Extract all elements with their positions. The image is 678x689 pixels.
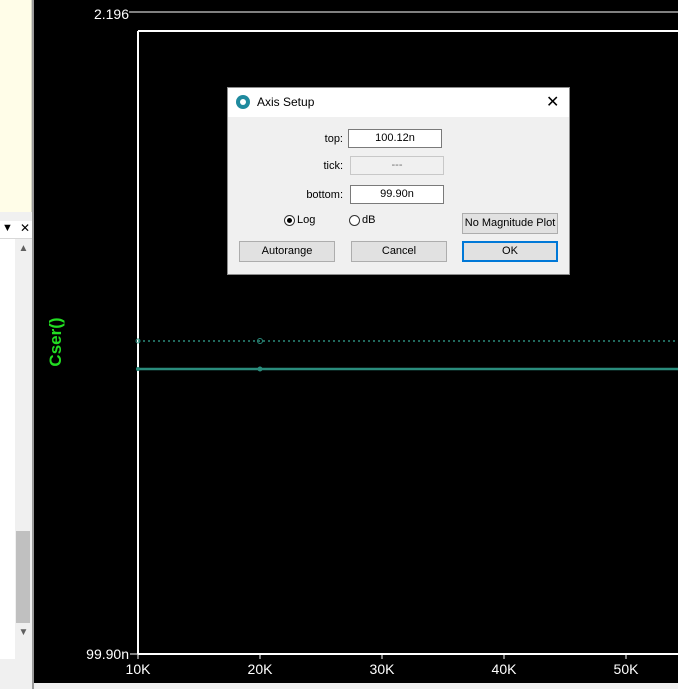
x-tick-label: 30K [370, 661, 396, 677]
ok-button[interactable]: OK [462, 241, 558, 262]
trace-point [136, 367, 140, 371]
scroll-down-icon[interactable]: ▼ [15, 627, 32, 638]
panel-footer [0, 659, 32, 689]
app-icon [236, 95, 250, 109]
status-strip [34, 683, 678, 689]
dialog-titlebar[interactable]: Axis Setup ✕ [228, 88, 569, 117]
x-tick-label: 50K [614, 661, 640, 677]
dropdown-icon[interactable]: ▼ [2, 222, 13, 234]
y-axis-top-label[interactable]: 2.196 [94, 6, 129, 22]
left-panel: ▼ ✕ ▲ ▼ [0, 0, 34, 689]
top-field[interactable] [348, 129, 442, 148]
tick-label: tick: [323, 160, 343, 172]
log-radio[interactable]: Log [284, 214, 315, 226]
bottom-label: bottom: [306, 189, 343, 201]
db-radio[interactable]: dB [349, 214, 375, 226]
cancel-button[interactable]: Cancel [351, 241, 447, 262]
dialog-title: Axis Setup [257, 95, 315, 109]
scroll-up-icon[interactable]: ▲ [15, 243, 32, 254]
close-icon[interactable]: ✕ [546, 92, 559, 112]
x-tick-label: 40K [492, 661, 518, 677]
log-radio-label: Log [297, 214, 316, 227]
panel-header: ▼ ✕ [0, 221, 34, 239]
vertical-scrollbar[interactable]: ▲ ▼ [15, 239, 32, 659]
y-axis-bottom-label[interactable]: 99.90n [86, 646, 129, 662]
bottom-field[interactable] [350, 185, 444, 204]
x-tick-label: 10K [126, 661, 152, 677]
radio-checked-icon[interactable] [284, 214, 295, 226]
x-tick-label: 20K [248, 661, 274, 677]
trace-label[interactable]: Cser() [46, 317, 65, 366]
axis-setup-dialog: Axis Setup ✕ top: tick: bottom: Log dB N… [227, 87, 570, 275]
close-panel-icon[interactable]: ✕ [20, 221, 30, 235]
radio-unchecked-icon[interactable] [349, 214, 360, 226]
scroll-thumb[interactable] [16, 531, 30, 623]
top-label: top: [324, 133, 343, 145]
no-magnitude-plot-button[interactable]: No Magnitude Plot [462, 213, 558, 234]
db-radio-label: dB [362, 214, 376, 227]
netlist-area [0, 0, 32, 212]
tick-field [350, 156, 444, 175]
autorange-button[interactable]: Autorange [239, 241, 335, 262]
trace-point [257, 366, 263, 372]
